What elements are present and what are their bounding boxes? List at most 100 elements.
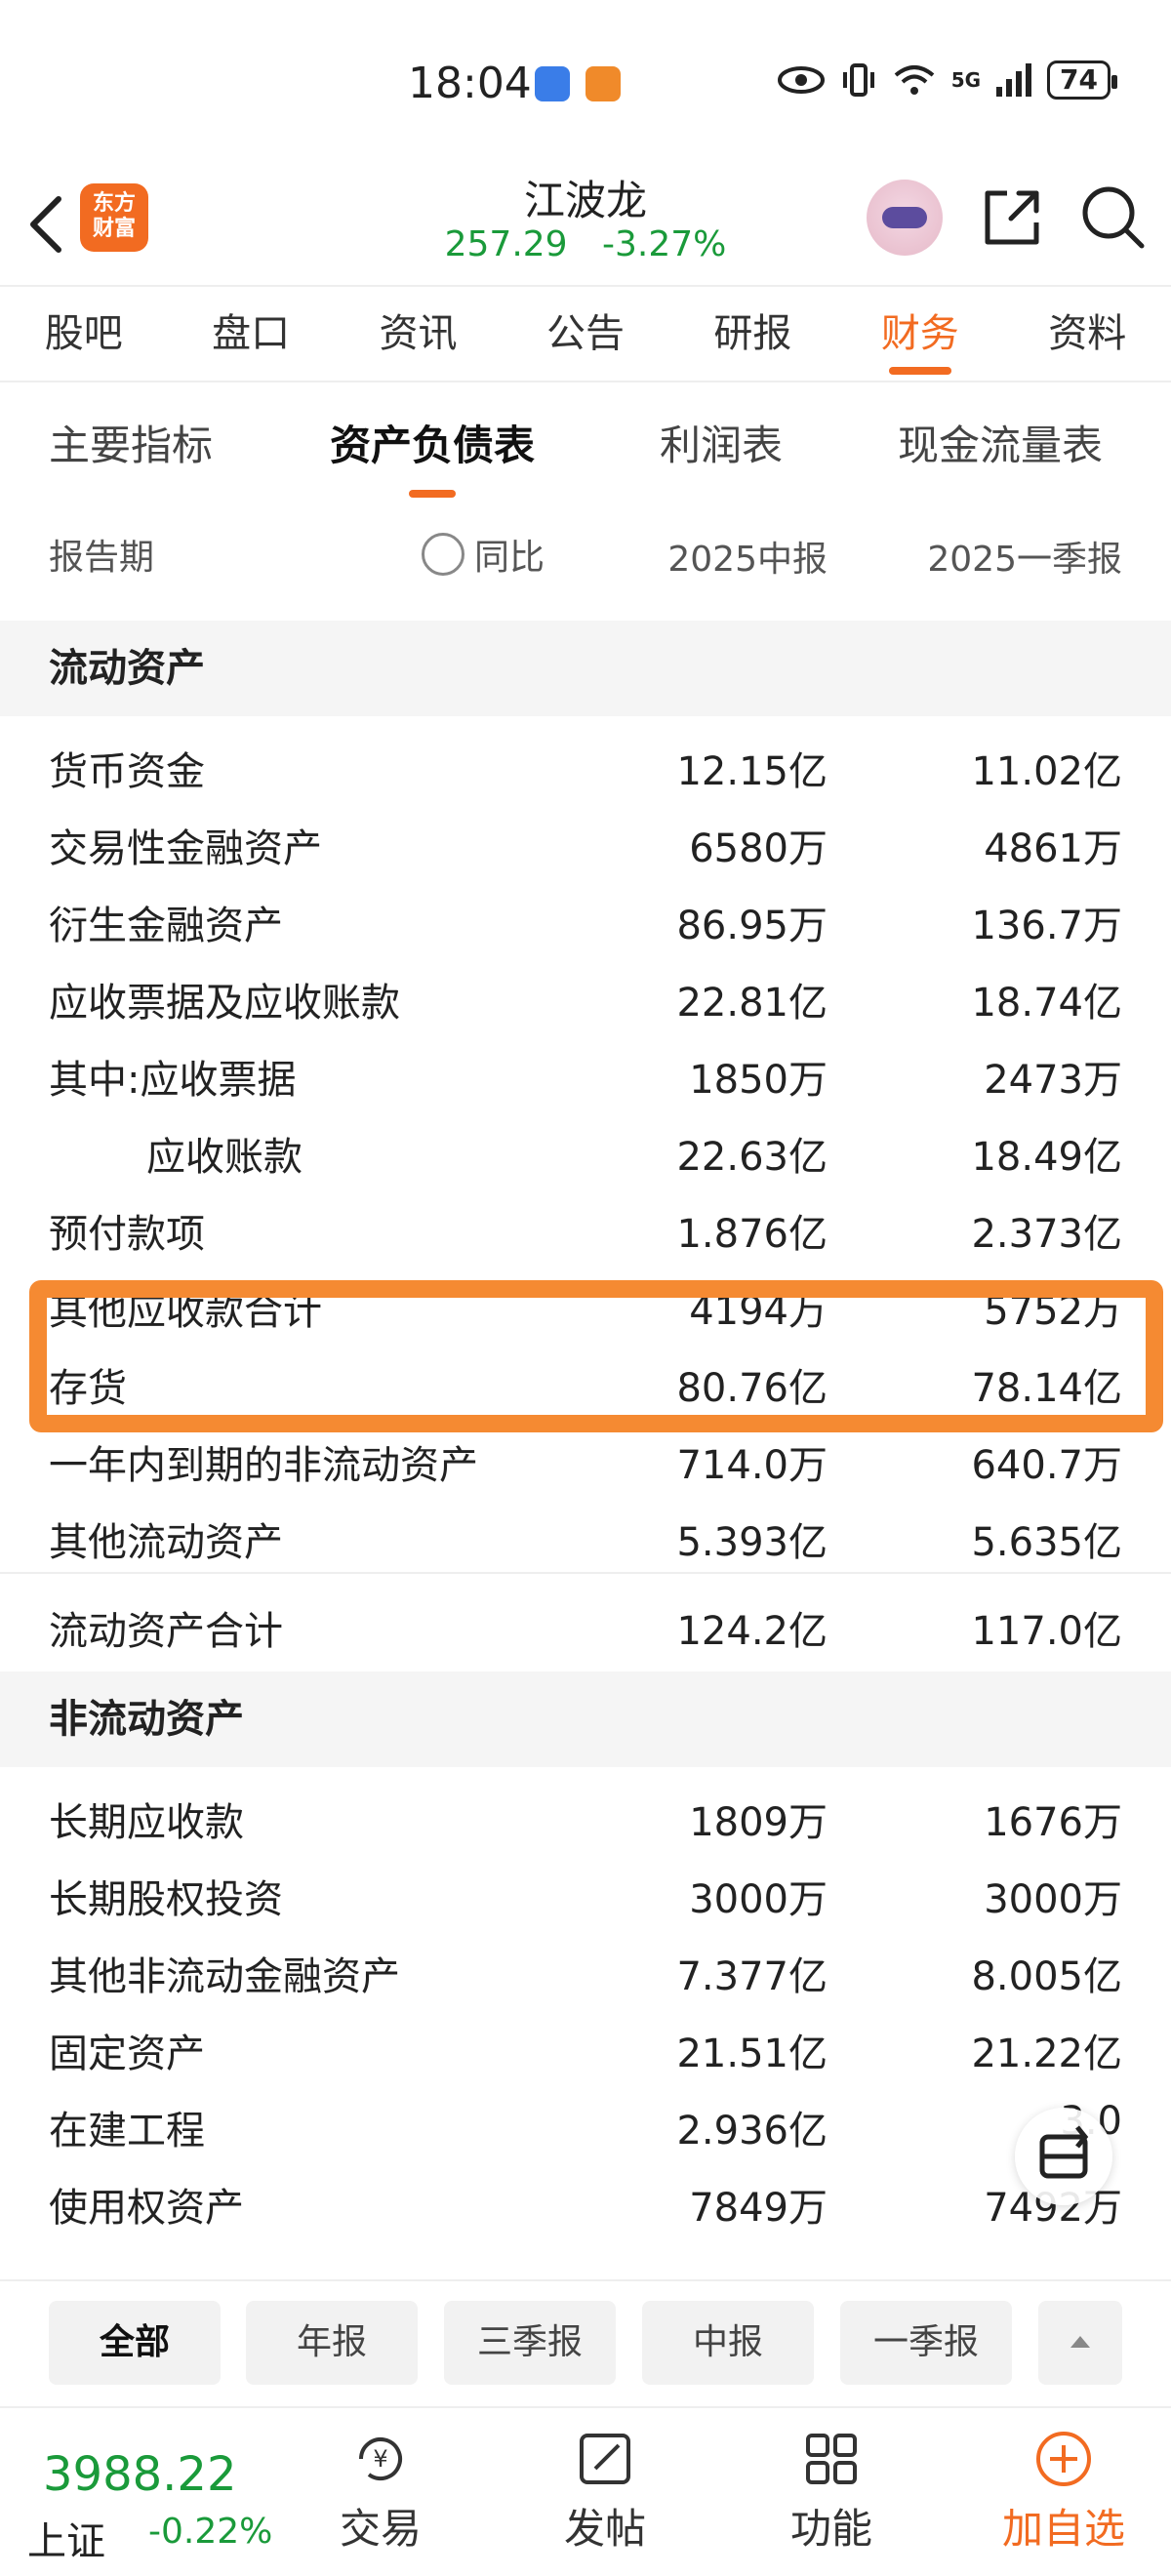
row-value-2: 78.14亿 <box>971 1366 1122 1411</box>
filter-q3[interactable]: 三季报 <box>444 2301 616 2385</box>
row-value-1: 5.393亿 <box>676 1520 828 1565</box>
row-value-2: 117.0亿 <box>971 1609 1122 1654</box>
nav-post[interactable]: 发帖 <box>527 2422 683 2568</box>
share-icon[interactable] <box>978 183 1046 252</box>
table-row[interactable]: 交易性金融资产 6580万 4861万 <box>0 801 1171 878</box>
network-type: 5G <box>950 68 982 92</box>
subtab-key-indicators[interactable]: 主要指标 <box>49 392 213 500</box>
table-row[interactable]: 其他应收款合计 4194万 5752万 <box>0 1264 1171 1341</box>
row-value-2: 21.22亿 <box>971 2032 1122 2076</box>
signal-icon <box>996 63 1032 97</box>
row-value-1: 86.95万 <box>676 904 828 948</box>
table-row[interactable]: 其中:应收票据 1850万 2473万 <box>0 1032 1171 1109</box>
row-value-2: 11.02亿 <box>971 749 1122 794</box>
row-name: 货币资金 <box>49 749 205 794</box>
row-value-2: 18.49亿 <box>971 1135 1122 1180</box>
table-row[interactable]: 衍生金融资产 86.95万 136.7万 <box>0 878 1171 955</box>
vibrate-icon <box>842 63 874 97</box>
row-name: 其他流动资产 <box>49 1520 283 1565</box>
filter-annual[interactable]: 年报 <box>246 2301 418 2385</box>
status-bar: 18:04 5G 74 <box>0 0 1171 166</box>
row-value-1: 22.81亿 <box>676 981 828 1026</box>
row-value-1: 21.51亿 <box>676 2032 828 2076</box>
table-row[interactable]: 使用权资产 7849万 7492万 <box>0 2160 1171 2237</box>
report-filter-bar: 全部 年报 三季报 中报 一季报 <box>0 2279 1171 2406</box>
balance-sheet-table: 流动资产 货币资金 12.15亿 11.02亿 交易性金融资产 6580万 48… <box>0 621 1171 2237</box>
row-name: 流动资产合计 <box>49 1609 283 1654</box>
filter-interim[interactable]: 中报 <box>642 2301 814 2385</box>
row-value-2: 5.635亿 <box>971 1520 1122 1565</box>
edit-icon <box>580 2434 630 2484</box>
column-header-1: 2025中报 <box>667 540 828 580</box>
collapse-up-icon[interactable] <box>1038 2301 1122 2385</box>
status-time: 18:04 <box>408 59 532 108</box>
table-row[interactable]: 在建工程 2.936亿 3.0 <box>0 2083 1171 2160</box>
tab-profile[interactable]: 资料 <box>1004 287 1171 381</box>
row-value-1: 22.63亿 <box>676 1135 828 1180</box>
tab-guba[interactable]: 股吧 <box>0 287 167 381</box>
plus-circle-icon <box>1036 2432 1091 2486</box>
filter-q1[interactable]: 一季报 <box>840 2301 1012 2385</box>
subtab-cash-flow[interactable]: 现金流量表 <box>898 392 1103 500</box>
nav-label: 功能 <box>789 2505 872 2553</box>
row-name: 预付款项 <box>49 1212 205 1257</box>
stock-tab-bar: 股吧 盘口 资讯 公告 研报 财务 资料 <box>0 285 1171 382</box>
video-notification-icon <box>586 66 621 101</box>
tab-pankou[interactable]: 盘口 <box>167 287 334 381</box>
row-value-1: 1850万 <box>689 1058 828 1103</box>
status-icons: 5G 74 <box>777 60 1117 100</box>
table-row[interactable]: 长期应收款 1809万 1676万 <box>0 1775 1171 1852</box>
search-icon[interactable] <box>1077 181 1148 252</box>
row-value-1: 714.0万 <box>676 1443 828 1488</box>
row-name: 使用权资产 <box>49 2186 244 2231</box>
row-value-1: 4194万 <box>689 1289 828 1334</box>
tab-research[interactable]: 研报 <box>669 287 836 381</box>
row-value-2: 136.7万 <box>971 904 1122 948</box>
eye-icon <box>777 66 825 94</box>
tab-news[interactable]: 资讯 <box>335 287 502 381</box>
row-value-2: 4861万 <box>984 826 1122 871</box>
table-row[interactable]: 应收账款 22.63亿 18.49亿 <box>0 1109 1171 1187</box>
table-row[interactable]: 一年内到期的非流动资产 714.0万 640.7万 <box>0 1418 1171 1495</box>
nav-functions[interactable]: 功能 <box>753 2422 909 2568</box>
stock-header: 东方 财富 江波龙 257.29 -3.27% <box>0 166 1171 283</box>
nav-label: 发帖 <box>563 2505 646 2553</box>
row-value-1: 7849万 <box>689 2186 828 2231</box>
row-name: 其他应收款合计 <box>49 1289 322 1334</box>
nav-trade[interactable]: ¥ 交易 <box>303 2422 459 2568</box>
subtab-balance-sheet[interactable]: 资产负债表 <box>330 392 535 500</box>
switch-view-button[interactable] <box>1015 2108 1112 2205</box>
table-row[interactable]: 其他流动资产 5.393亿 5.635亿 <box>0 1495 1171 1572</box>
column-header-2: 2025一季报 <box>927 540 1122 580</box>
table-row-total[interactable]: 流动资产合计 124.2亿 117.0亿 <box>0 1572 1171 1671</box>
row-value-1: 1809万 <box>689 1800 828 1845</box>
filter-all[interactable]: 全部 <box>49 2301 221 2385</box>
table-row[interactable]: 其他非流动金融资产 7.377亿 8.005亿 <box>0 1929 1171 2006</box>
row-value-1: 80.76亿 <box>676 1366 828 1411</box>
table-row[interactable]: 货币资金 12.15亿 11.02亿 <box>0 724 1171 801</box>
assistant-avatar[interactable] <box>867 180 943 256</box>
row-name: 其他非流动金融资产 <box>49 1954 400 1999</box>
table-row[interactable]: 应收票据及应收账款 22.81亿 18.74亿 <box>0 955 1171 1032</box>
bottom-nav: 3988.22 上证 -0.22% ¥ 交易 发帖 功能 加自选 <box>0 2406 1171 2576</box>
nav-add-watchlist[interactable]: 加自选 <box>976 2422 1151 2568</box>
yoy-radio[interactable] <box>422 533 464 576</box>
tab-finance[interactable]: 财务 <box>836 287 1003 381</box>
period-label: 报告期 <box>49 538 155 578</box>
row-value-2: 5752万 <box>984 1289 1122 1334</box>
table-row[interactable]: 预付款项 1.876亿 2.373亿 <box>0 1187 1171 1264</box>
table-row[interactable]: 固定资产 21.51亿 21.22亿 <box>0 2006 1171 2083</box>
yoy-toggle[interactable]: 同比 <box>422 529 545 580</box>
row-name: 固定资产 <box>49 2032 205 2076</box>
battery-indicator: 74 <box>1047 60 1117 100</box>
yuan-cycle-icon: ¥ <box>359 2437 402 2480</box>
row-value-1: 1.876亿 <box>676 1212 828 1257</box>
row-value-1: 2.936亿 <box>676 2109 828 2153</box>
subtab-income-statement[interactable]: 利润表 <box>660 392 783 500</box>
nav-label: 交易 <box>339 2505 422 2553</box>
table-row[interactable]: 长期股权投资 3000万 3000万 <box>0 1852 1171 1929</box>
row-name: 其中:应收票据 <box>49 1058 297 1103</box>
tab-announcements[interactable]: 公告 <box>502 287 668 381</box>
table-row[interactable]: 存货 80.76亿 78.14亿 <box>0 1341 1171 1418</box>
svg-text:¥: ¥ <box>373 2445 387 2473</box>
